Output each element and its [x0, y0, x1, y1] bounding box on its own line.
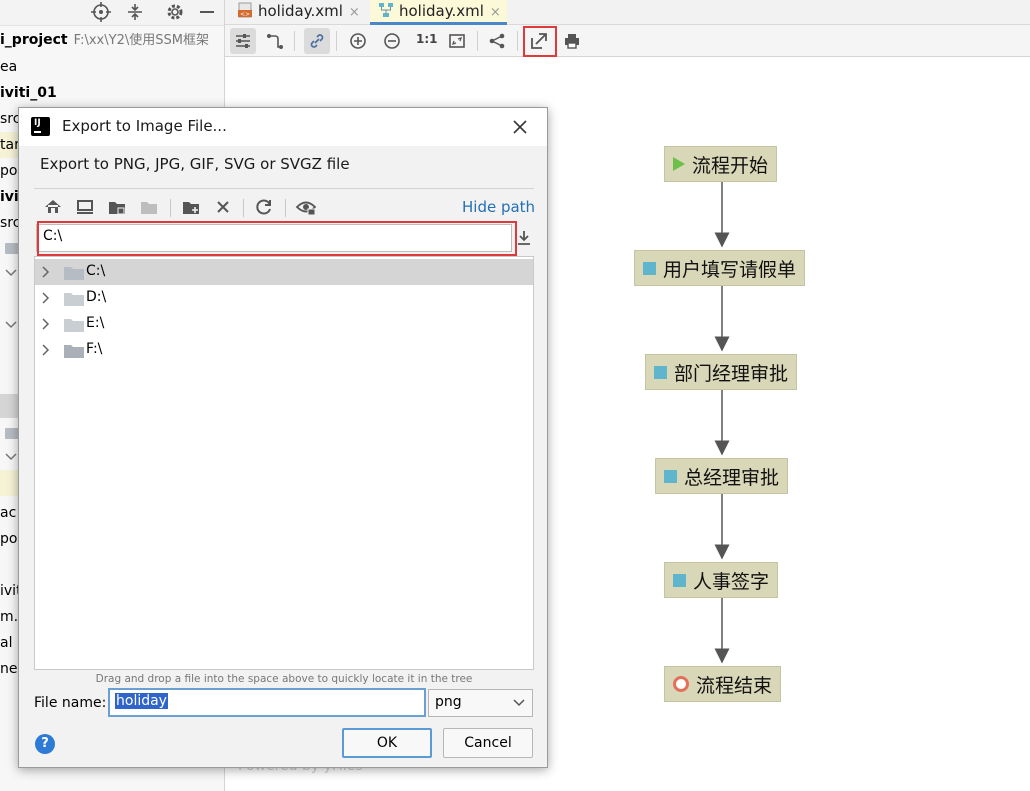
chevron-down-icon[interactable]: [4, 450, 18, 464]
dialog-title: Export to Image File...: [62, 117, 227, 135]
zoom-out-button[interactable]: [379, 28, 405, 54]
fit-content-icon: [449, 34, 465, 48]
folder-icon: [64, 267, 84, 280]
locate-icon[interactable]: [90, 1, 112, 23]
home-icon[interactable]: [42, 196, 64, 218]
tree-item[interactable]: ea: [0, 54, 17, 80]
folder-icon: [64, 319, 84, 332]
task-icon: [673, 573, 686, 587]
hide-path-link[interactable]: Hide path: [462, 198, 535, 216]
selected-row: [0, 394, 20, 418]
xml-file-icon: <>: [238, 2, 252, 18]
node-process-end[interactable]: 流程结束: [664, 666, 782, 702]
file-name-label: File name:: [34, 695, 107, 711]
edge-route-icon: [267, 34, 283, 49]
chevron-down-icon[interactable]: [4, 266, 18, 280]
node-hr-sign[interactable]: 人事签字: [664, 562, 779, 598]
tree-row-drive-f[interactable]: F:\: [35, 337, 533, 363]
tree-item[interactable]: po: [0, 158, 17, 184]
chevron-down-icon[interactable]: [4, 318, 18, 332]
zoom-out-icon: [384, 33, 400, 49]
start-icon: [673, 157, 685, 171]
task-icon: [664, 469, 677, 483]
task-icon: [643, 261, 656, 275]
ok-button[interactable]: OK: [342, 728, 432, 758]
svg-text:<>: <>: [240, 11, 250, 18]
file-name-value: holiday: [115, 693, 168, 709]
chevron-right-icon[interactable]: [40, 343, 52, 357]
end-event-icon: [673, 676, 689, 692]
chevron-right-icon[interactable]: [40, 291, 52, 305]
project-folder-icon[interactable]: [106, 196, 128, 218]
actual-size-button[interactable]: 1:1: [416, 32, 438, 46]
drag-drop-hint: Drag and drop a file into the space abov…: [95, 673, 473, 685]
cancel-button[interactable]: Cancel: [443, 728, 533, 758]
editor-tab-bar: <> holiday.xml × holiday.xml ×: [225, 0, 1030, 25]
dialog-titlebar[interactable]: IJ Export to Image File...: [19, 108, 547, 146]
close-icon[interactable]: ×: [490, 5, 501, 20]
format-select[interactable]: png: [428, 689, 533, 717]
download-icon[interactable]: [514, 228, 534, 248]
minimize-icon[interactable]: [196, 1, 218, 23]
chevron-down-icon: [513, 699, 525, 707]
file-tree[interactable]: C:\ D:\ E:\ F:\: [34, 256, 534, 670]
tree-item[interactable]: ac: [0, 500, 16, 526]
chevron-right-icon[interactable]: [40, 265, 52, 279]
close-icon[interactable]: [507, 114, 533, 140]
tree-row-drive-c[interactable]: C:\: [35, 259, 533, 285]
highlight-path-field: [37, 221, 517, 256]
module-folder-icon[interactable]: [138, 196, 160, 218]
tree-row-drive-e[interactable]: E:\: [35, 311, 533, 337]
edge-routing-button[interactable]: [262, 28, 288, 54]
node-department-approval[interactable]: 部门经理审批: [645, 354, 798, 390]
tab-holiday-xml-diagram[interactable]: holiday.xml ×: [370, 0, 507, 25]
file-name-input[interactable]: holiday: [108, 688, 426, 717]
diagram-file-icon: [379, 3, 393, 17]
help-button[interactable]: ?: [35, 734, 55, 754]
folder-icon: [5, 243, 19, 254]
show-hidden-files-icon[interactable]: [295, 196, 317, 218]
zoom-in-button[interactable]: [345, 28, 371, 54]
intellij-logo-icon: IJ: [31, 117, 50, 136]
desktop-icon[interactable]: [74, 196, 96, 218]
folder-icon: [5, 428, 19, 439]
project-header: [0, 0, 224, 26]
highlighted-row: [0, 470, 20, 496]
export-image-dialog: IJ Export to Image File... Export to PNG…: [18, 107, 548, 768]
folder-icon: [64, 293, 84, 306]
task-icon: [654, 365, 667, 379]
tree-row-drive-d[interactable]: D:\: [35, 285, 533, 311]
print-button[interactable]: [559, 28, 585, 54]
zoom-in-icon: [350, 33, 366, 49]
node-general-manager-approval[interactable]: 总经理审批: [655, 458, 789, 494]
new-folder-icon[interactable]: [180, 196, 202, 218]
collapse-all-icon[interactable]: [124, 1, 146, 23]
folder-icon: [64, 345, 84, 358]
highlight-export-button: [523, 26, 557, 57]
close-icon[interactable]: ×: [349, 5, 360, 20]
project-root[interactable]: i_project F:\xx\Y2\使用SSM框架: [0, 27, 209, 53]
dialog-subtitle: Export to PNG, JPG, GIF, SVG or SVGZ fil…: [40, 155, 350, 173]
format-value: png: [435, 694, 462, 710]
sliders-icon: [236, 34, 250, 48]
refresh-icon[interactable]: [253, 196, 275, 218]
show-dependencies-button[interactable]: [304, 28, 330, 54]
chevron-right-icon[interactable]: [40, 317, 52, 331]
layout-settings-button[interactable]: [230, 28, 256, 54]
node-fill-leave-form[interactable]: 用户填写请假单: [634, 250, 806, 286]
share-icon: [489, 33, 505, 49]
tree-item[interactable]: iviti_01: [0, 80, 57, 106]
share-button[interactable]: [484, 28, 510, 54]
delete-icon[interactable]: [212, 196, 234, 218]
gear-icon[interactable]: [164, 1, 186, 23]
tab-holiday-xml-source[interactable]: <> holiday.xml ×: [229, 0, 366, 24]
fit-content-button[interactable]: [444, 28, 470, 54]
node-process-start[interactable]: 流程开始: [664, 146, 778, 182]
tree-item[interactable]: po: [0, 526, 17, 552]
link-icon: [310, 34, 324, 48]
printer-icon: [565, 34, 579, 49]
file-chooser-toolbar: [34, 188, 534, 223]
diagram-toolbar: 1:1: [225, 25, 1030, 57]
